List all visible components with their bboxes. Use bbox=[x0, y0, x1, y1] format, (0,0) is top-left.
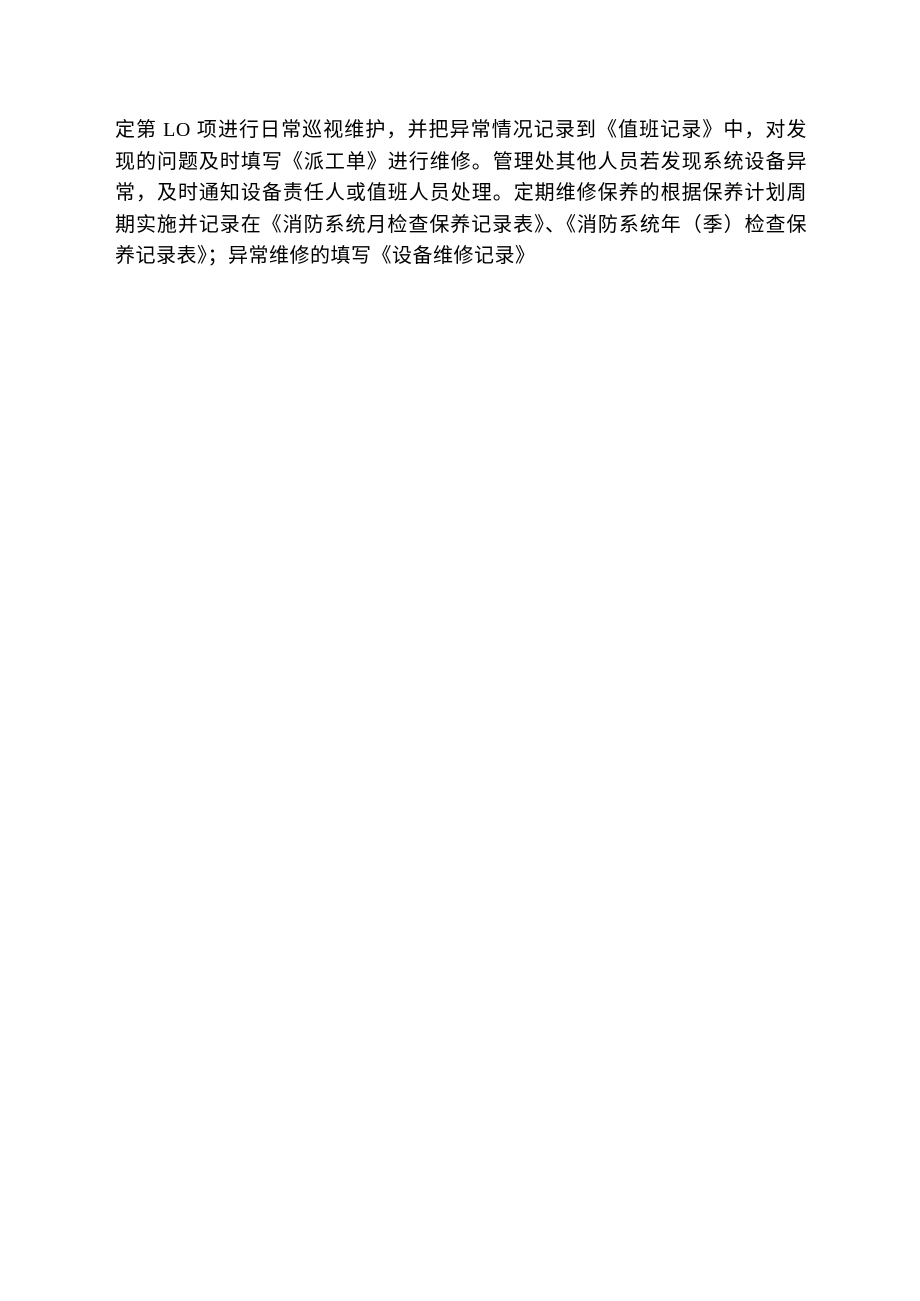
document-paragraph: 定第 LO 项进行日常巡视维护，并把异常情况记录到《值班记录》中，对发现的问题及… bbox=[115, 115, 807, 273]
